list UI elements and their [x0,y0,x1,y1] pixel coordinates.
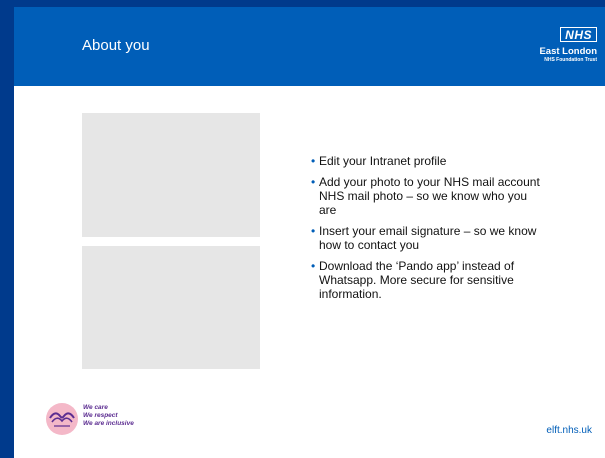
image-placeholder-bottom [82,246,260,369]
bullet-list: • Edit your Intranet profile • Add your … [311,154,541,308]
bullet-text: Edit your Intranet profile [319,154,447,168]
bullet-item: • Add your photo to your NHS mail accoun… [311,175,541,217]
slide-header: About you NHS East London NHS Foundation… [14,7,605,86]
bullet-item: • Edit your Intranet profile [311,154,541,168]
website-link[interactable]: elft.nhs.uk [546,425,592,436]
bullet-dot-icon: • [311,154,316,168]
slide: About you NHS East London NHS Foundation… [14,7,605,458]
nhs-badge: NHS [560,27,597,42]
value-care: We care [83,404,108,411]
bullet-dot-icon: • [311,175,316,189]
values-logo-icon [46,403,78,435]
bullet-item: • Download the ‘Pando app’ instead of Wh… [311,259,541,301]
org-name: East London [539,46,597,57]
image-placeholder-top [82,113,260,237]
values-text: We care We respect We are inclusive [83,404,134,428]
nhs-logo: NHS East London NHS Foundation Trust [539,26,597,64]
value-respect: We respect [83,412,118,419]
bullet-text: Download the ‘Pando app’ instead of What… [319,259,515,301]
bullet-dot-icon: • [311,259,316,273]
org-subtitle: NHS Foundation Trust [544,57,597,63]
page-title: About you [82,37,150,54]
bullet-item: • Insert your email signature – so we kn… [311,224,541,252]
bullet-text: Add your photo to your NHS mail account … [319,175,540,217]
bullet-text: Insert your email signature – so we know… [319,224,537,252]
bullet-dot-icon: • [311,224,316,238]
value-inclusive: We are inclusive [83,420,134,427]
